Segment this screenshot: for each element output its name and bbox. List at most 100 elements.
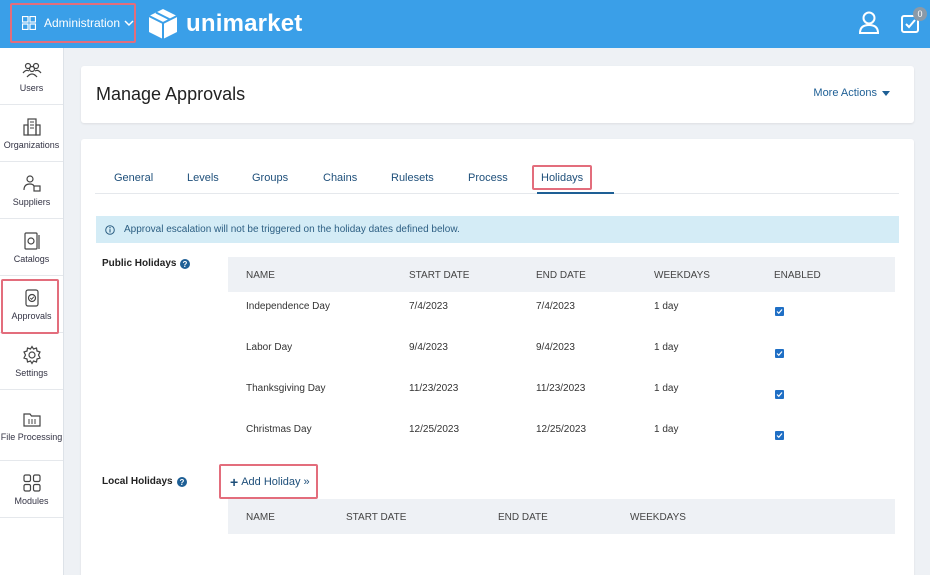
end-date: 11/23/2023: [536, 383, 586, 394]
caret-down-icon: [882, 90, 890, 96]
column-header: END DATE: [498, 512, 548, 523]
users-icon: [22, 62, 41, 77]
table-row: Independence Day 7/4/2023 7/4/2023 1 day: [228, 292, 895, 333]
sidebar-label: Users: [19, 82, 44, 93]
enabled-checkbox[interactable]: [775, 349, 784, 358]
end-date: 7/4/2023: [536, 301, 575, 312]
enabled-checkbox[interactable]: [775, 431, 784, 440]
column-header: START DATE: [346, 512, 407, 523]
cube-logo-icon: [148, 9, 178, 39]
holiday-name: Christmas Day: [246, 424, 312, 435]
column-header: WEEKDAYS: [630, 512, 686, 523]
modules-icon: [22, 473, 41, 492]
start-date: 9/4/2023: [409, 342, 448, 353]
local-holidays-title: Local Holidays: [102, 476, 173, 487]
sidebar-label: Modules: [14, 495, 49, 506]
public-holidays-title: Public Holidays: [102, 258, 177, 269]
active-tab-indicator: [537, 192, 614, 194]
brand-logo[interactable]: unimarket: [148, 8, 303, 40]
weekdays: 1 day: [654, 383, 679, 394]
sidebar-item-settings[interactable]: Settings: [0, 333, 63, 390]
user-profile-icon[interactable]: [858, 11, 880, 35]
table-row: Christmas Day 12/25/2023 12/25/2023 1 da…: [228, 415, 895, 456]
checkmark-icon: [776, 309, 783, 315]
start-date: 12/25/2023: [409, 424, 460, 435]
more-actions-dropdown[interactable]: More Actions: [813, 87, 890, 99]
add-holiday-label: Add Holiday »: [241, 475, 310, 488]
sidebar-label: Settings: [15, 367, 48, 378]
notification-badge: 0: [913, 7, 927, 21]
column-header: NAME: [246, 512, 275, 523]
more-actions-label: More Actions: [813, 87, 877, 99]
enabled-checkbox[interactable]: [775, 390, 784, 399]
tab-chains[interactable]: Chains: [323, 172, 357, 184]
sidebar-item-file-processing[interactable]: File Processing: [0, 390, 63, 461]
page-header-card: Manage Approvals More Actions: [81, 66, 914, 123]
public-holidays-label: Public Holidays ?: [102, 258, 191, 269]
column-header: WEEKDAYS: [654, 270, 710, 281]
sidebar: Users Organizations Suppliers Catalogs A…: [0, 48, 64, 575]
plus-icon: +: [230, 473, 239, 490]
sidebar-item-catalogs[interactable]: Catalogs: [0, 219, 63, 276]
tab-levels[interactable]: Levels: [187, 172, 219, 184]
grid-icon: [22, 16, 36, 30]
top-bar: Administration unimarket 0: [0, 0, 930, 48]
sidebar-item-organizations[interactable]: Organizations: [0, 105, 63, 162]
weekdays: 1 day: [654, 342, 679, 353]
holiday-name: Independence Day: [246, 301, 330, 312]
sidebar-label: Suppliers: [12, 196, 51, 207]
add-holiday-button[interactable]: + Add Holiday »: [219, 464, 318, 499]
tab-groups[interactable]: Groups: [252, 172, 288, 184]
tab-holidays-label: Holidays: [532, 165, 593, 190]
svg-text:?: ?: [179, 478, 184, 487]
file-processing-icon: [22, 412, 41, 427]
tab-rulesets[interactable]: Rulesets: [391, 172, 434, 184]
enabled-checkbox[interactable]: [775, 307, 784, 316]
sidebar-label: Organizations: [3, 139, 60, 150]
gear-icon: [22, 344, 41, 365]
tab-bar: General Levels Groups Chains Rulesets Pr…: [95, 161, 899, 194]
checkmark-icon: [776, 392, 783, 398]
administration-label: Administration: [43, 16, 121, 30]
sidebar-item-modules[interactable]: Modules: [0, 461, 63, 518]
public-holidays-table-header: NAME START DATE END DATE WEEKDAYS ENABLE…: [228, 257, 895, 292]
local-holidays-table-header: NAME START DATE END DATE WEEKDAYS: [228, 499, 895, 534]
checkmark-icon: [776, 351, 783, 357]
end-date: 9/4/2023: [536, 342, 575, 353]
brand-name: unimarket: [186, 10, 303, 37]
weekdays: 1 day: [654, 424, 679, 435]
holiday-name: Labor Day: [246, 342, 293, 353]
sidebar-label: Catalogs: [13, 253, 50, 264]
help-icon[interactable]: ?: [176, 476, 187, 487]
supplier-icon: [22, 174, 41, 192]
local-holidays-label: Local Holidays ?: [102, 476, 187, 487]
weekdays: 1 day: [654, 301, 679, 312]
sidebar-item-approvals[interactable]: Approvals: [0, 276, 63, 334]
column-header: ENABLED: [774, 270, 821, 281]
tab-holidays[interactable]: Holidays: [532, 165, 593, 190]
sidebar-item-suppliers[interactable]: Suppliers: [0, 162, 63, 219]
end-date: 12/25/2023: [536, 424, 587, 435]
catalog-icon: [23, 231, 40, 250]
sidebar-label: File Processing: [0, 431, 63, 442]
tab-general[interactable]: General: [114, 172, 153, 184]
checkmark-icon: [776, 433, 783, 439]
main-content-card: General Levels Groups Chains Rulesets Pr…: [81, 139, 914, 575]
column-header: NAME: [246, 270, 275, 281]
approval-icon: [24, 288, 39, 307]
chevron-down-icon: [124, 20, 134, 27]
sidebar-item-users[interactable]: Users: [0, 48, 63, 105]
column-header: START DATE: [409, 270, 470, 281]
info-text: Approval escalation will not be triggere…: [124, 224, 460, 235]
table-row: Labor Day 9/4/2023 9/4/2023 1 day: [228, 333, 895, 374]
help-icon[interactable]: ?: [180, 258, 191, 269]
column-header: END DATE: [536, 270, 586, 281]
table-row: Thanksgiving Day 11/23/2023 11/23/2023 1…: [228, 374, 895, 415]
start-date: 11/23/2023: [409, 383, 459, 394]
svg-text:?: ?: [183, 260, 188, 269]
administration-menu-button[interactable]: Administration: [10, 3, 136, 43]
sidebar-label: Approvals: [11, 310, 52, 321]
tab-process[interactable]: Process: [468, 172, 508, 184]
info-banner: Approval escalation will not be triggere…: [96, 216, 899, 243]
holiday-name: Thanksgiving Day: [246, 383, 326, 394]
